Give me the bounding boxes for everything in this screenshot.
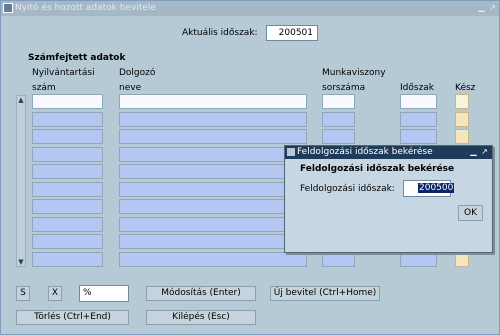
s-button[interactable]: S — [16, 286, 30, 301]
section-title: Számfejtett adatok — [28, 53, 126, 63]
cell-nyilvantartasi-szam[interactable] — [32, 251, 103, 267]
cell-kesz[interactable] — [455, 94, 469, 109]
cell-dolgozo-neve[interactable] — [119, 234, 307, 249]
cell-munkaviszony-sorszama[interactable] — [322, 111, 355, 127]
cell-nyilvantartasi-szam[interactable] — [32, 181, 103, 197]
dialog-title: Feldolgozási időszak bekérése — [297, 147, 433, 157]
cell-nyilvantartasi-szam[interactable] — [32, 216, 103, 232]
period-input[interactable]: 200501 — [266, 25, 318, 41]
x-button[interactable]: X — [48, 286, 62, 301]
period-label: Aktuális időszak: — [182, 28, 258, 38]
cell-munkaviszony-sorszama[interactable] — [322, 129, 355, 144]
col-header-neve: neve — [119, 83, 142, 93]
col-header-idoszak: Időszak — [400, 83, 435, 93]
period-dialog: Feldolgozási időszak bekérése ▁ ↗ Feldol… — [284, 145, 493, 253]
cell-dolgozo-neve[interactable] — [119, 146, 307, 162]
cell-munkaviszony-sorszama[interactable] — [322, 94, 355, 109]
cell-kesz[interactable] — [455, 111, 469, 127]
cell-nyilvantartasi-szam[interactable] — [32, 164, 103, 179]
col-header-sorszama: sorszáma — [322, 83, 366, 93]
window-titlebar[interactable]: Nyitó és hozott adatok bevitele ▁ ↗ — [1, 1, 499, 16]
minimize-icon[interactable]: ▁ — [477, 3, 486, 13]
cell-idoszak[interactable] — [400, 94, 437, 109]
cell-idoszak[interactable] — [400, 251, 437, 267]
dialog-heading: Feldolgozási időszak bekérése — [300, 164, 455, 174]
cell-nyilvantartasi-szam[interactable] — [32, 199, 103, 214]
cell-nyilvantartasi-szam[interactable] — [32, 146, 103, 162]
table-scrollbar[interactable]: ▲ ▼ — [16, 95, 26, 267]
restore-icon[interactable]: ↗ — [488, 3, 497, 13]
kilepes-button[interactable]: Kilépés (Esc) — [146, 310, 256, 325]
col-header-nyilvantartasi: Nyilvántartási — [32, 68, 95, 78]
cell-idoszak[interactable] — [400, 111, 437, 127]
cell-dolgozo-neve[interactable] — [119, 251, 307, 267]
dialog-period-value: 200500 — [418, 183, 455, 193]
cell-nyilvantartasi-szam[interactable] — [32, 111, 103, 127]
cell-dolgozo-neve[interactable] — [119, 111, 307, 127]
cell-nyilvantartasi-szam[interactable] — [32, 129, 103, 144]
window-title: Nyitó és hozott adatok bevitele — [15, 3, 156, 13]
cell-dolgozo-neve[interactable] — [119, 94, 307, 109]
col-header-munkaviszony: Munkaviszony — [322, 68, 386, 78]
cell-dolgozo-neve[interactable] — [119, 129, 307, 144]
scroll-up-icon[interactable]: ▲ — [17, 96, 25, 104]
torles-button[interactable]: Törlés (Ctrl+End) — [16, 310, 129, 325]
scroll-down-icon[interactable]: ▼ — [17, 258, 25, 266]
dialog-ok-button[interactable]: OK — [458, 205, 483, 221]
cell-dolgozo-neve[interactable] — [119, 164, 307, 179]
dialog-system-icon[interactable] — [287, 148, 295, 156]
cell-dolgozo-neve[interactable] — [119, 216, 307, 232]
cell-dolgozo-neve[interactable] — [119, 181, 307, 197]
dialog-restore-icon[interactable]: ↗ — [480, 147, 489, 157]
col-header-szam: szám — [32, 83, 56, 93]
dialog-titlebar[interactable]: Feldolgozási időszak bekérése ▁ ↗ — [285, 146, 492, 159]
uj-bevitel-button[interactable]: Új bevitel (Ctrl+Home) — [270, 286, 380, 301]
dialog-period-input[interactable]: 200500 — [403, 180, 455, 197]
cell-kesz[interactable] — [455, 251, 469, 267]
cell-kesz[interactable] — [455, 129, 469, 144]
cell-nyilvantartasi-szam[interactable] — [32, 234, 103, 249]
window-system-icon[interactable] — [3, 3, 13, 13]
filter-input[interactable]: % — [79, 285, 129, 302]
dialog-minimize-icon[interactable]: ▁ — [469, 147, 478, 157]
col-header-kesz: Kész — [455, 83, 476, 93]
cell-idoszak[interactable] — [400, 129, 437, 144]
col-header-dolgozo: Dolgozó — [119, 68, 156, 78]
cell-dolgozo-neve[interactable] — [119, 199, 307, 214]
cell-munkaviszony-sorszama[interactable] — [322, 251, 355, 267]
dialog-period-label: Feldolgozási időszak: — [300, 184, 395, 194]
cell-nyilvantartasi-szam[interactable] — [32, 94, 103, 109]
modositas-button[interactable]: Módosítás (Enter) — [146, 286, 256, 301]
